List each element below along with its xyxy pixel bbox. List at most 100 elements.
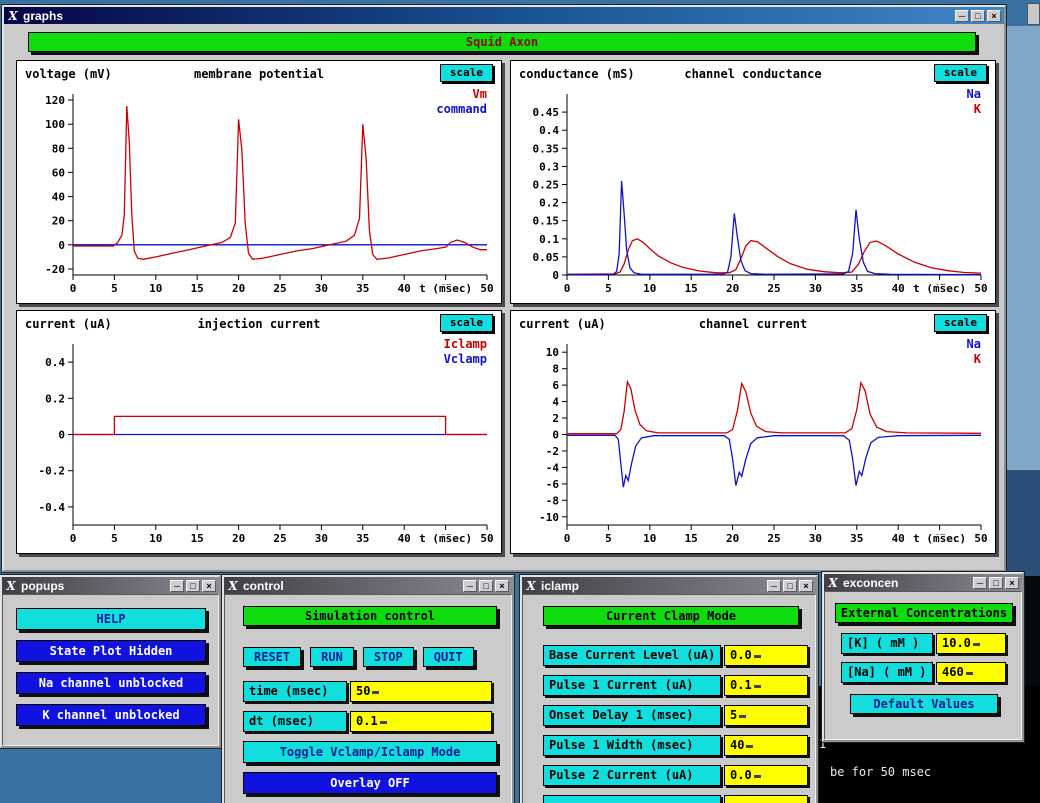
field-row: Onset Delay 1 (msec)5 [543,705,808,726]
quit-button[interactable]: QUIT [423,647,474,667]
svg-text:2: 2 [552,412,559,425]
field-label: dt (msec) [243,711,347,732]
k-channel-unblocked-button[interactable]: K channel unblocked [16,704,206,726]
svg-text:10: 10 [149,282,162,295]
svg-text:0: 0 [564,282,571,295]
graph-panel-channel-current: current (uA) channel current scale NaK -… [510,310,996,554]
svg-text:40: 40 [398,282,411,295]
svg-text:25: 25 [767,282,780,295]
svg-text:0: 0 [58,429,65,442]
svg-text:40: 40 [52,191,65,204]
titlebar-buttons: ─□× [170,580,216,592]
minimize-button[interactable]: ─ [955,10,969,22]
field-row [543,795,808,803]
popups-buttons: HELP State Plot Hidden Na channel unblocke… [16,608,206,736]
minimize-button[interactable]: ─ [767,580,781,592]
popups-titlebar[interactable]: X popups ─□× [2,577,219,594]
maximize-button[interactable]: □ [479,580,493,592]
field-label: Pulse 1 Width (msec) [543,735,721,756]
na-channel-unblocked-button[interactable]: Na channel unblocked [16,672,206,694]
help-button[interactable]: HELP [16,608,206,630]
field-row: [K] ( mM )10.0 [841,633,1006,654]
stop-button[interactable]: STOP [363,647,414,667]
field-value[interactable]: 10.0 [936,633,1006,654]
minimize-button[interactable]: ─ [170,580,184,592]
svg-text:15: 15 [685,532,698,545]
simulation-buttons-row: RESET RUN STOP QUIT [243,647,474,667]
svg-text:10: 10 [643,282,656,295]
scale-button[interactable]: scale [440,64,493,82]
field-value[interactable]: 460 [936,662,1006,683]
close-button[interactable]: × [495,580,509,592]
svg-text:0: 0 [58,239,65,252]
titlebar-buttons: ─□× [955,10,1001,22]
svg-text:35: 35 [356,282,369,295]
svg-text:40: 40 [892,532,905,545]
maximize-button[interactable]: □ [971,10,985,22]
svg-text:10: 10 [643,532,656,545]
field-value[interactable]: 50 [350,681,492,702]
scale-button[interactable]: scale [934,314,987,332]
minimize-button[interactable]: ─ [463,580,477,592]
graphs-titlebar[interactable]: X graphs ─□× [4,7,1004,24]
field-value[interactable]: 0.1 [350,711,492,732]
x-logo-icon: X [525,579,537,593]
control-body: Simulation control RESETRUNSTOPQUIT time… [224,594,512,803]
svg-text:5: 5 [605,532,612,545]
state-plot-hidden-button[interactable]: State Plot Hidden [16,640,206,662]
svg-text:0.4: 0.4 [45,356,65,369]
field-value[interactable]: 5 [724,705,808,726]
exconcen-window: X exconcen ─□× External Concentrations [… [822,572,1024,742]
x-logo-icon: X [5,579,17,593]
svg-text:0.3: 0.3 [539,160,559,173]
graph-title: channel current [511,317,995,331]
graph-title: injection current [17,317,501,331]
exconcen-titlebar[interactable]: X exconcen ─□× [824,574,1022,591]
close-button[interactable]: × [987,10,1001,22]
channel-current-chart: -10-8-6-4-2024681005101520253035404550t … [511,336,997,555]
terminal-text-line: be for 50 msec [830,765,931,779]
maximize-button[interactable]: □ [783,580,797,592]
svg-text:t (msec): t (msec) [913,282,966,295]
svg-text:35: 35 [850,532,863,545]
svg-text:0.4: 0.4 [539,124,559,137]
svg-text:25: 25 [273,532,286,545]
reset-button[interactable]: RESET [243,647,301,667]
iclamp-titlebar[interactable]: X iclamp ─□× [522,577,816,594]
window-title: iclamp [541,579,579,593]
svg-text:15: 15 [191,532,204,545]
field-value[interactable]: 0.0 [724,645,808,666]
run-button[interactable]: RUN [310,647,354,667]
svg-text:20: 20 [52,215,65,228]
graphs-body: Squid Axon voltage (mV) membrane potenti… [4,24,1004,570]
default-values-button[interactable]: Default Values [850,694,998,714]
field-value[interactable]: 0.0 [724,765,808,786]
svg-text:40: 40 [892,282,905,295]
maximize-button[interactable]: □ [186,580,200,592]
control-titlebar[interactable]: X control ─□× [224,577,512,594]
field-label [543,795,721,803]
field-row: Pulse 1 Width (msec)40 [543,735,808,756]
svg-text:5: 5 [111,282,118,295]
svg-text:0.2: 0.2 [539,197,559,210]
svg-text:40: 40 [398,532,411,545]
scale-button[interactable]: scale [440,314,493,332]
svg-text:120: 120 [45,94,65,107]
svg-text:-2: -2 [546,445,559,458]
svg-text:30: 30 [809,532,822,545]
field-label: time (msec) [243,681,347,702]
overlay-button[interactable]: Overlay OFF [243,772,497,794]
field-value[interactable]: 0.1 [724,675,808,696]
maximize-button[interactable]: □ [989,577,1003,589]
svg-text:-20: -20 [45,263,65,276]
field-value[interactable]: 40 [724,735,808,756]
close-button[interactable]: × [799,580,813,592]
minimize-button[interactable]: ─ [973,577,987,589]
close-button[interactable]: × [1005,577,1019,589]
scale-button[interactable]: scale [934,64,987,82]
svg-text:5: 5 [605,282,612,295]
field-value[interactable] [724,795,808,803]
toggle-clamp-mode-button[interactable]: Toggle Vclamp/Iclamp Mode [243,741,497,763]
window-title: exconcen [843,576,898,590]
close-button[interactable]: × [202,580,216,592]
